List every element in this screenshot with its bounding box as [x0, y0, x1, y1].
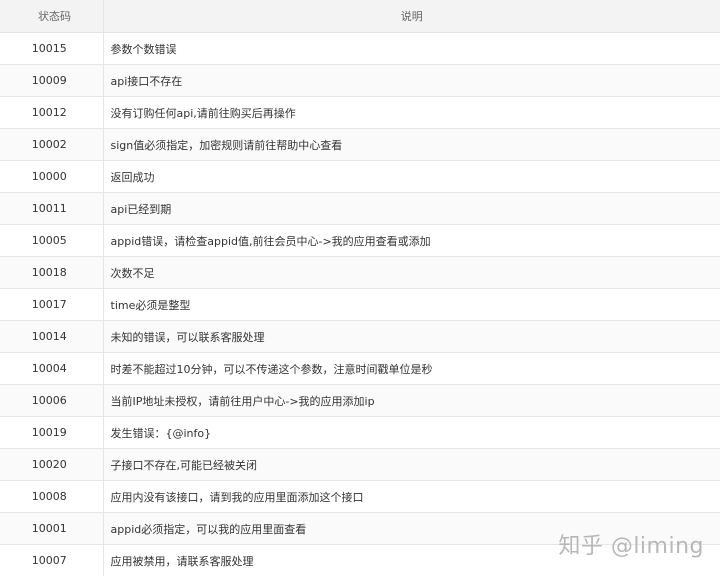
description-cell: 未知的错误，可以联系客服处理: [103, 320, 720, 353]
table-row: 10007 应用被禁用，请联系客服处理: [0, 544, 720, 576]
description-cell: 没有订购任何api,请前往购买后再操作: [103, 96, 720, 129]
status-code-cell: 10009: [0, 64, 104, 97]
status-code-cell: 10008: [0, 480, 104, 513]
description-cell: 返回成功: [103, 160, 720, 193]
status-code-cell: 10012: [0, 96, 104, 129]
header-row: 状态码 说明: [0, 0, 720, 33]
description-cell: 次数不足: [103, 256, 720, 289]
description-cell: appid错误，请检查appid值,前往会员中心->我的应用查看或添加: [103, 224, 720, 257]
header-status-code: 状态码: [0, 0, 104, 33]
status-code-cell: 10004: [0, 352, 104, 385]
page: 状态码 说明 10015 参数个数错误 10009 api接口不存在 10012 没有订购…: [0, 0, 720, 576]
table-row: 10014 未知的错误，可以联系客服处理: [0, 320, 720, 353]
table-row: 10017 time必须是整型: [0, 288, 720, 321]
description-cell: 时差不能超过10分钟，可以不传递这个参数，注意时间戳单位是秒: [103, 352, 720, 385]
table-row: 10020 子接口不存在,可能已经被关闭: [0, 448, 720, 481]
description-cell: 应用内没有该接口，请到我的应用里面添加这个接口: [103, 480, 720, 513]
status-code-cell: 10019: [0, 416, 104, 449]
status-code-cell: 10001: [0, 512, 104, 545]
table-body: 10015 参数个数错误 10009 api接口不存在 10012 没有订购任何api,请…: [0, 32, 720, 576]
status-code-cell: 10014: [0, 320, 104, 353]
description-cell: api接口不存在: [103, 64, 720, 97]
status-code-cell: 10015: [0, 32, 104, 65]
status-code-cell: 10018: [0, 256, 104, 289]
table-row: 10015 参数个数错误: [0, 32, 720, 65]
description-cell: appid必须指定，可以我的应用里面查看: [103, 512, 720, 545]
table-row: 10000 返回成功: [0, 160, 720, 193]
description-cell: 当前IP地址未授权，请前往用户中心->我的应用添加ip: [103, 384, 720, 417]
status-code-cell: 10006: [0, 384, 104, 417]
table-row: 10009 api接口不存在: [0, 64, 720, 97]
status-code-cell: 10007: [0, 544, 104, 576]
description-cell: 参数个数错误: [103, 32, 720, 65]
status-code-cell: 10000: [0, 160, 104, 193]
table-row: 10002 sign值必须指定，加密规则请前往帮助中心查看: [0, 128, 720, 161]
status-code-cell: 10005: [0, 224, 104, 257]
table-row: 10004 时差不能超过10分钟，可以不传递这个参数，注意时间戳单位是秒: [0, 352, 720, 385]
description-cell: sign值必须指定，加密规则请前往帮助中心查看: [103, 128, 720, 161]
description-cell: 发生错误：{@info}: [103, 416, 720, 449]
table-row: 10019 发生错误：{@info}: [0, 416, 720, 449]
table-row: 10018 次数不足: [0, 256, 720, 289]
table-row: 10012 没有订购任何api,请前往购买后再操作: [0, 96, 720, 129]
table-row: 10006 当前IP地址未授权，请前往用户中心->我的应用添加ip: [0, 384, 720, 417]
status-code-table: 状态码 说明 10015 参数个数错误 10009 api接口不存在 10012 没有订购…: [0, 0, 720, 576]
description-cell: 子接口不存在,可能已经被关闭: [103, 448, 720, 481]
description-cell: time必须是整型: [103, 288, 720, 321]
table-row: 10008 应用内没有该接口，请到我的应用里面添加这个接口: [0, 480, 720, 513]
status-code-cell: 10011: [0, 192, 104, 225]
table-header: 状态码 说明: [0, 0, 720, 33]
description-cell: 应用被禁用，请联系客服处理: [103, 544, 720, 576]
status-code-cell: 10020: [0, 448, 104, 481]
table-row: 10001 appid必须指定，可以我的应用里面查看: [0, 512, 720, 545]
description-cell: api已经到期: [103, 192, 720, 225]
table-row: 10005 appid错误，请检查appid值,前往会员中心->我的应用查看或添加: [0, 224, 720, 257]
status-code-cell: 10017: [0, 288, 104, 321]
status-code-cell: 10002: [0, 128, 104, 161]
header-description: 说明: [103, 0, 720, 33]
table-row: 10011 api已经到期: [0, 192, 720, 225]
